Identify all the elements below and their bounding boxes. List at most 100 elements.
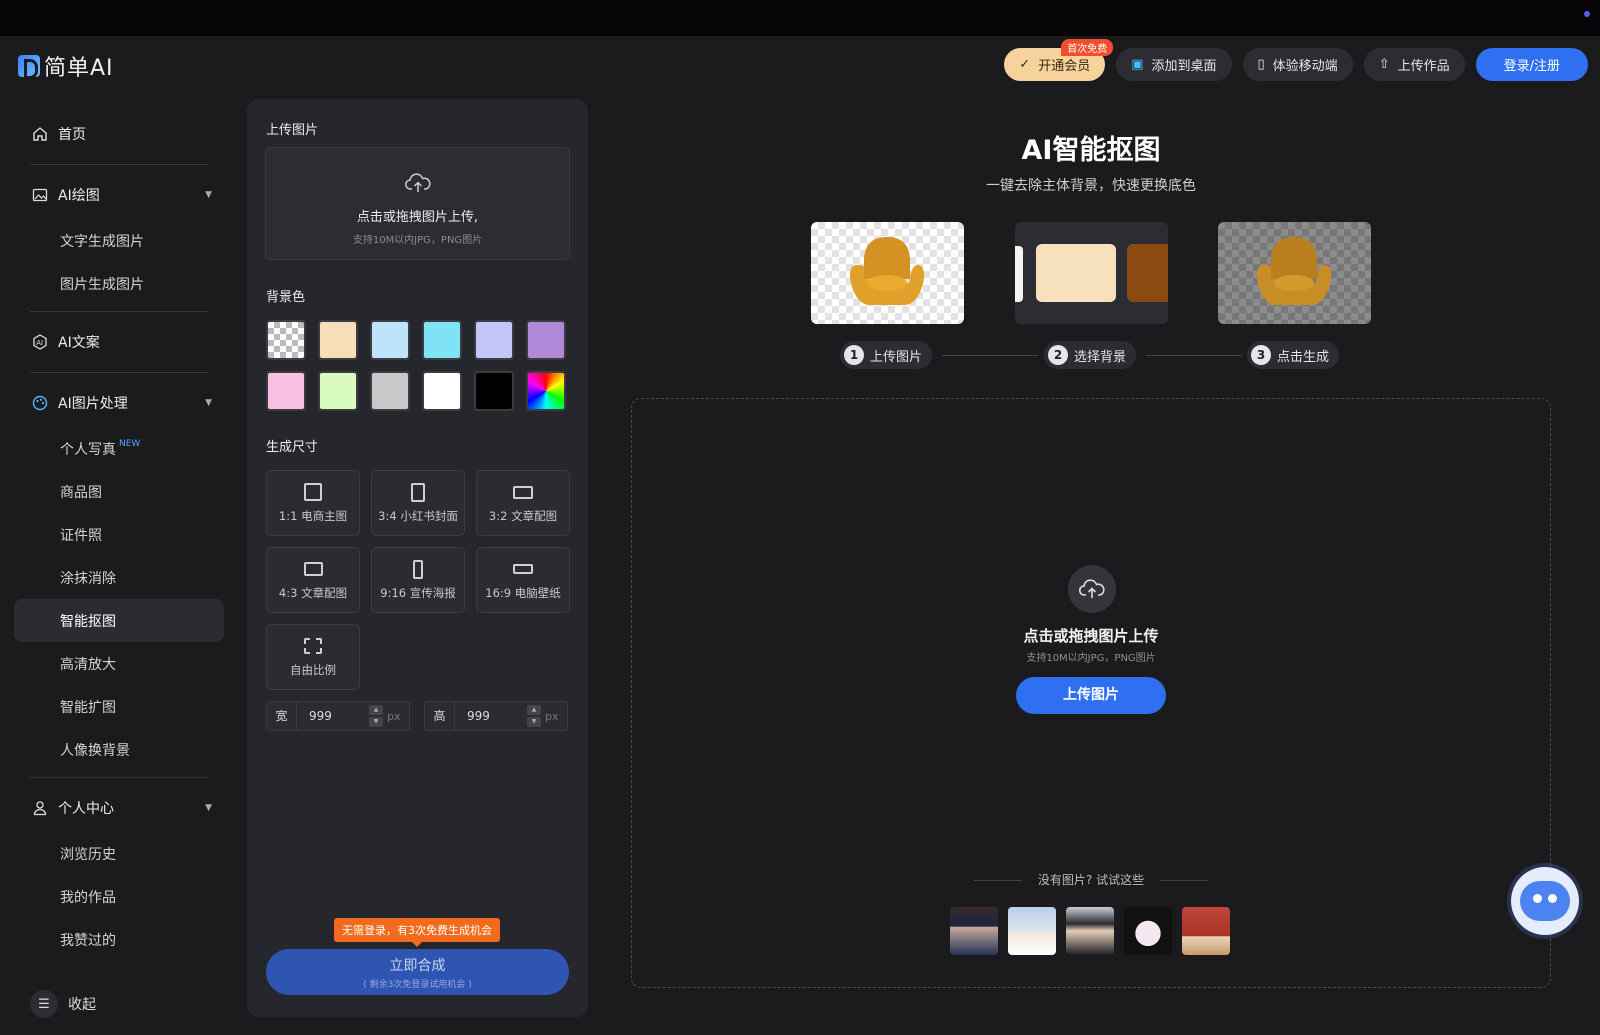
- sample-man-white-shirt[interactable]: [1008, 907, 1056, 955]
- nav-upscale[interactable]: 高清放大: [14, 642, 224, 685]
- height-unit: px: [545, 709, 559, 723]
- collapse-button[interactable]: ☰ 收起: [30, 990, 96, 1018]
- page-title: AI智能抠图: [1021, 135, 1161, 166]
- step-number: 2: [1048, 345, 1068, 365]
- nav-portrait-bg[interactable]: 人像换背景: [14, 728, 224, 771]
- nav-id-photo[interactable]: 证件照: [14, 513, 224, 556]
- step-3: 3 点击生成: [1247, 341, 1340, 369]
- swatch-white[interactable]: [422, 371, 462, 411]
- size-grid: 1:1 电商主图 3:4 小红书封面 3:2 文章配图 4:3 文章配图 9:1…: [266, 470, 570, 690]
- swatch-custom-color[interactable]: [526, 371, 566, 411]
- stepper-down-icon[interactable]: ▼: [527, 717, 541, 727]
- mobile-label: 体验移动端: [1272, 59, 1338, 74]
- sidebar: 首页 AI绘图 ▼ 文字生成图片 图片生成图片 AI AI文案 AI图片处理 ▼…: [14, 110, 224, 961]
- nav-ai-draw-label: AI绘图: [58, 188, 100, 204]
- size-label: 1:1 电商主图: [278, 509, 348, 523]
- vip-button[interactable]: ✓ 开通会员 首次免费: [1004, 39, 1114, 81]
- generate-label: 立即合成: [389, 958, 446, 974]
- panel-upload-area[interactable]: 点击或拖拽图片上传, 支持10M以内JPG，PNG图片: [265, 147, 570, 260]
- swatch-purple[interactable]: [526, 320, 566, 360]
- nav-home-label: 首页: [58, 127, 86, 143]
- nav-erase[interactable]: 涂抹消除: [14, 556, 224, 599]
- sample-woman-glasses[interactable]: [1066, 907, 1114, 955]
- width-value[interactable]: 999: [297, 709, 369, 723]
- divider: [973, 880, 1022, 881]
- stepper-down-icon[interactable]: ▼: [369, 717, 383, 727]
- vip-icon: ✓: [1019, 57, 1031, 72]
- assistant-bot-button[interactable]: [1511, 867, 1579, 935]
- logo[interactable]: 简单AI: [18, 50, 114, 82]
- size-option-1-1[interactable]: 1:1 电商主图: [266, 470, 360, 536]
- nav-my-works[interactable]: 我的作品: [14, 875, 224, 918]
- step-label: 上传图片: [870, 349, 923, 365]
- size-option-9-16[interactable]: 9:16 宣传海报: [371, 547, 465, 613]
- ratio-4-3-icon: [267, 557, 359, 581]
- swatch-light-blue[interactable]: [370, 320, 410, 360]
- page-subtitle: 一键去除主体背景，快速更换底色: [986, 178, 1196, 194]
- size-option-3-4[interactable]: 3:4 小红书封面: [371, 470, 465, 536]
- nav-smart-cutout[interactable]: 智能抠图: [14, 599, 224, 642]
- sample-white-cat[interactable]: [1124, 907, 1172, 955]
- add-to-desktop-button[interactable]: ▣ 添加到桌面: [1116, 48, 1232, 81]
- main-upload-dropzone[interactable]: 点击或拖拽图片上传 支持10M以内JPG，PNG图片 上传图片 没有图片? 试试…: [631, 398, 1551, 988]
- size-option-16-9[interactable]: 16:9 电脑壁纸: [476, 547, 570, 613]
- nav-product-image[interactable]: 商品图: [14, 470, 224, 513]
- height-field[interactable]: 高 999 ▲ ▼ px: [424, 701, 568, 731]
- step-connector: [1146, 355, 1242, 356]
- nav-ai-copy[interactable]: AI AI文案: [14, 318, 224, 366]
- upload-work-button[interactable]: ⇧ 上传作品: [1363, 48, 1465, 81]
- swatch-gray[interactable]: [370, 371, 410, 411]
- width-field[interactable]: 宽 999 ▲ ▼ px: [266, 701, 410, 731]
- nav-personal[interactable]: 个人中心 ▼: [14, 784, 224, 832]
- stepper-up-icon[interactable]: ▲: [369, 705, 383, 715]
- nav-image-to-image[interactable]: 图片生成图片: [14, 262, 224, 305]
- swatch-light-green[interactable]: [318, 371, 358, 411]
- vip-label: 开通会员: [1038, 59, 1091, 74]
- swatch-cream[interactable]: [318, 320, 358, 360]
- height-value[interactable]: 999: [455, 709, 527, 723]
- nav-liked[interactable]: 我赞过的: [14, 918, 224, 961]
- swatch-preview-brown: [1127, 244, 1168, 302]
- swatch-black[interactable]: [474, 371, 514, 411]
- new-badge: NEW: [119, 438, 141, 449]
- robot-icon: [1520, 881, 1570, 921]
- cloud-upload-icon: [266, 172, 569, 200]
- height-stepper[interactable]: ▲ ▼: [527, 705, 541, 727]
- nav-history[interactable]: 浏览历史: [14, 832, 224, 875]
- nav-ai-draw[interactable]: AI绘图 ▼: [14, 171, 224, 219]
- login-button[interactable]: 登录/注册: [1475, 48, 1588, 81]
- ratio-1-1-icon: [267, 480, 359, 504]
- nav-home[interactable]: 首页: [14, 110, 224, 158]
- step-label: 选择背景: [1074, 349, 1127, 365]
- swatch-pink[interactable]: [266, 371, 306, 411]
- swatch-transparent[interactable]: [266, 320, 306, 360]
- nav-expand[interactable]: 智能扩图: [14, 685, 224, 728]
- nav-ai-image[interactable]: AI图片处理 ▼: [14, 379, 224, 427]
- sample-perfume-bottle[interactable]: [1182, 907, 1230, 955]
- width-stepper[interactable]: ▲ ▼: [369, 705, 383, 727]
- size-option-free[interactable]: 自由比例: [266, 624, 360, 690]
- size-label: 4:3 文章配图: [278, 586, 348, 600]
- swatch-cyan[interactable]: [422, 320, 462, 360]
- nav-text-to-image[interactable]: 文字生成图片: [14, 219, 224, 262]
- header-actions: ✓ 开通会员 首次免费 ▣ 添加到桌面 ▯ 体验移动端 ⇧ 上传作品 登录/注册: [1004, 39, 1588, 81]
- sample-woman-qipao[interactable]: [950, 907, 998, 955]
- nav-personal-label: 个人中心: [58, 801, 114, 817]
- step-2-image: [1015, 222, 1168, 324]
- size-label: 自由比例: [290, 663, 336, 677]
- swatch-lavender[interactable]: [474, 320, 514, 360]
- stepper-up-icon[interactable]: ▲: [527, 705, 541, 715]
- size-option-4-3[interactable]: 4:3 文章配图: [266, 547, 360, 613]
- nav-ai-copy-label: AI文案: [58, 335, 100, 351]
- header: 简单AI ✓ 开通会员 首次免费 ▣ 添加到桌面 ▯ 体验移动端 ⇧ 上传作品 …: [0, 36, 1600, 94]
- nav-portrait[interactable]: 个人写真 NEW: [14, 427, 224, 470]
- try-samples-label: 没有图片? 试试这些: [1037, 873, 1145, 887]
- mobile-button[interactable]: ▯ 体验移动端: [1242, 48, 1353, 81]
- chair-image: [849, 237, 925, 305]
- upload-title: 上传图片: [266, 123, 319, 138]
- upload-icon: ⇧: [1378, 57, 1390, 72]
- size-option-3-2[interactable]: 3:2 文章配图: [476, 470, 570, 536]
- ratio-16-9-icon: [477, 557, 569, 581]
- upload-image-button[interactable]: 上传图片: [1016, 677, 1166, 714]
- generate-button[interactable]: 立即合成 ( 剩余3次免登录试用机会 ): [266, 949, 569, 995]
